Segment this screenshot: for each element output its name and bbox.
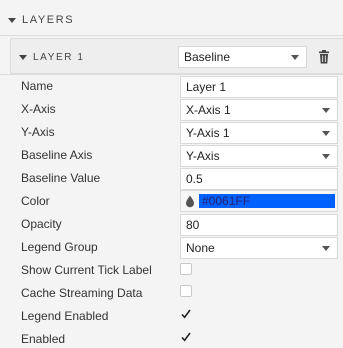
layer-divider: [0, 74, 343, 75]
chevron-down-icon: [322, 108, 330, 113]
section-title: LAYERS: [22, 14, 75, 26]
color-value: #0061FF: [199, 194, 335, 208]
baseline-axis-label: Baseline Axis: [21, 148, 93, 162]
cache-streaming-data-checkbox[interactable]: [180, 285, 192, 297]
enabled-label: Enabled: [21, 332, 66, 346]
droplet-icon: [186, 195, 194, 208]
chevron-down-icon: [322, 154, 330, 159]
baseline-value-input[interactable]: 0.5: [180, 168, 338, 190]
layer-title: LAYER 1: [33, 51, 85, 63]
opacity-input[interactable]: 80: [180, 214, 338, 236]
chevron-down-icon: [291, 55, 299, 60]
legend-enabled-checkbox[interactable]: [180, 308, 192, 320]
y-axis-value: Y-Axis 1: [186, 126, 230, 140]
baseline-value-label: Baseline Value: [21, 171, 101, 185]
layer-header[interactable]: LAYER 1: [19, 39, 85, 75]
layers-panel: LAYERS LAYER 1 Baseline Name Layer 1 X-A…: [0, 0, 343, 348]
opacity-value: 80: [186, 218, 200, 232]
layer-type-value: Baseline: [184, 50, 231, 64]
legend-group-value: None: [186, 241, 215, 255]
legend-group-label: Legend Group: [21, 240, 98, 254]
x-axis-label: X-Axis: [21, 102, 56, 116]
y-axis-select[interactable]: Y-Axis 1: [180, 122, 338, 144]
opacity-label: Opacity: [21, 217, 62, 231]
trash-icon[interactable]: [318, 50, 330, 64]
name-input[interactable]: Layer 1: [180, 76, 338, 98]
color-input[interactable]: #0061FF: [180, 190, 338, 212]
legend-enabled-label: Legend Enabled: [21, 309, 109, 323]
legend-group-select[interactable]: None: [180, 237, 338, 259]
baseline-value-value: 0.5: [186, 172, 203, 186]
layer-type-select[interactable]: Baseline: [178, 46, 307, 68]
baseline-axis-value: Y-Axis: [186, 149, 220, 163]
chevron-down-icon: [322, 131, 330, 136]
section-divider: [0, 35, 343, 36]
layers-section-header[interactable]: LAYERS: [0, 6, 343, 34]
baseline-axis-select[interactable]: Y-Axis: [180, 145, 338, 167]
chevron-down-icon: [322, 246, 330, 251]
triangle-down-icon: [8, 17, 16, 23]
color-label: Color: [21, 194, 50, 208]
y-axis-label: Y-Axis: [21, 125, 55, 139]
show-current-tick-label-label: Show Current Tick Label: [21, 263, 152, 277]
triangle-down-icon: [19, 54, 27, 60]
name-label: Name: [21, 79, 54, 93]
x-axis-value: X-Axis 1: [186, 103, 231, 117]
show-current-tick-label-checkbox[interactable]: [180, 263, 192, 275]
enabled-checkbox[interactable]: [180, 331, 192, 343]
name-value: Layer 1: [186, 80, 227, 94]
cache-streaming-data-label: Cache Streaming Data: [21, 286, 143, 300]
x-axis-select[interactable]: X-Axis 1: [180, 99, 338, 121]
